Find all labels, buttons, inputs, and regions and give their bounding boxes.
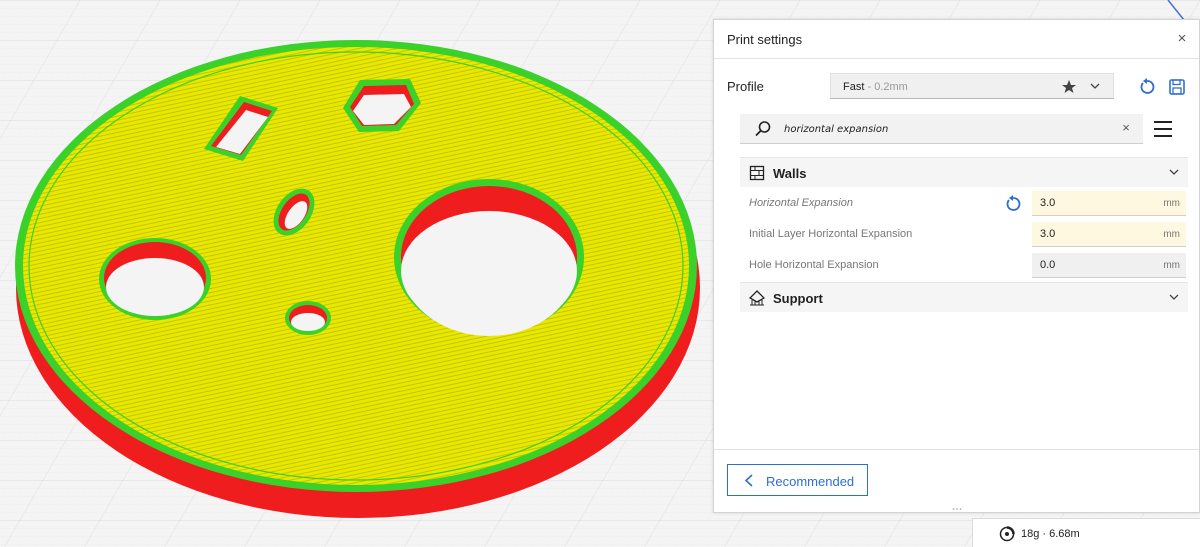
setting-hole-horizontal-expansion: Hole Horizontal Expansion 0.0 mm xyxy=(740,250,1188,281)
recommended-button[interactable]: Recommended xyxy=(727,464,868,496)
setting-unit: mm xyxy=(1163,260,1180,271)
left-hole xyxy=(99,238,211,320)
setting-label: Initial Layer Horizontal Expansion xyxy=(749,228,913,240)
chevron-left-icon xyxy=(744,474,753,487)
setting-value: 3.0 xyxy=(1040,197,1056,209)
category-support-label: Support xyxy=(773,291,823,306)
hamburger-menu-icon[interactable] xyxy=(1153,119,1173,139)
chevron-down-icon[interactable] xyxy=(1168,291,1180,303)
profile-separator: - xyxy=(864,81,875,93)
save-icon[interactable] xyxy=(1168,78,1186,96)
close-icon[interactable]: × xyxy=(1173,30,1191,48)
category-walls[interactable]: Walls xyxy=(740,157,1188,187)
profile-layer-height: 0.2mm xyxy=(874,81,908,93)
setting-initial-layer-horizontal-expansion: Initial Layer Horizontal Expansion 3.0 m… xyxy=(740,219,1188,250)
small-hole xyxy=(285,301,331,335)
setting-value: 0.0 xyxy=(1040,259,1056,271)
clear-search-icon[interactable]: × xyxy=(1119,121,1133,135)
panel-footer-divider xyxy=(714,449,1199,450)
category-walls-label: Walls xyxy=(773,166,807,181)
setting-value-field[interactable]: 3.0 mm xyxy=(1032,222,1186,247)
panel-title: Print settings xyxy=(727,32,803,47)
profile-name-text: Fast xyxy=(843,81,865,93)
profile-dropdown[interactable]: Fast - 0.2mm xyxy=(830,73,1114,99)
print-settings-panel: Print settings × Profile Fast - 0.2mm × xyxy=(713,19,1200,513)
setting-value: 3.0 xyxy=(1040,228,1056,240)
panel-header: Print settings × xyxy=(714,20,1199,59)
search-icon xyxy=(755,121,771,137)
print-estimate-bar[interactable]: 18g · 6.68m xyxy=(972,518,1200,547)
reset-icon[interactable] xyxy=(1138,78,1156,96)
profile-label: Profile xyxy=(727,79,764,94)
category-support[interactable]: Support xyxy=(740,282,1188,312)
setting-horizontal-expansion: Horizontal Expansion 3.0 mm xyxy=(740,188,1188,219)
search-input[interactable] xyxy=(784,119,1104,139)
support-icon xyxy=(749,290,765,306)
star-icon[interactable] xyxy=(1061,77,1077,95)
chevron-down-icon[interactable] xyxy=(1168,166,1180,178)
setting-value-field[interactable]: 3.0 mm xyxy=(1032,191,1186,216)
profile-name: Fast - 0.2mm xyxy=(843,81,908,93)
setting-value-field[interactable]: 0.0 mm xyxy=(1032,253,1186,278)
model-disc[interactable] xyxy=(15,40,700,518)
setting-label: Hole Horizontal Expansion xyxy=(749,259,879,271)
estimate-text: 18g · 6.68m xyxy=(1021,528,1080,540)
reset-icon[interactable] xyxy=(1004,195,1022,213)
settings-search-box[interactable]: × xyxy=(740,114,1143,144)
walls-icon xyxy=(749,165,765,181)
large-hole xyxy=(394,179,584,336)
setting-unit: mm xyxy=(1163,198,1180,209)
setting-unit: mm xyxy=(1163,229,1180,240)
chevron-down-icon[interactable] xyxy=(1089,79,1101,93)
spool-icon xyxy=(999,526,1015,542)
setting-label: Horizontal Expansion xyxy=(749,197,853,209)
resize-handle-icon[interactable] xyxy=(952,507,962,511)
recommended-label: Recommended xyxy=(766,474,855,489)
